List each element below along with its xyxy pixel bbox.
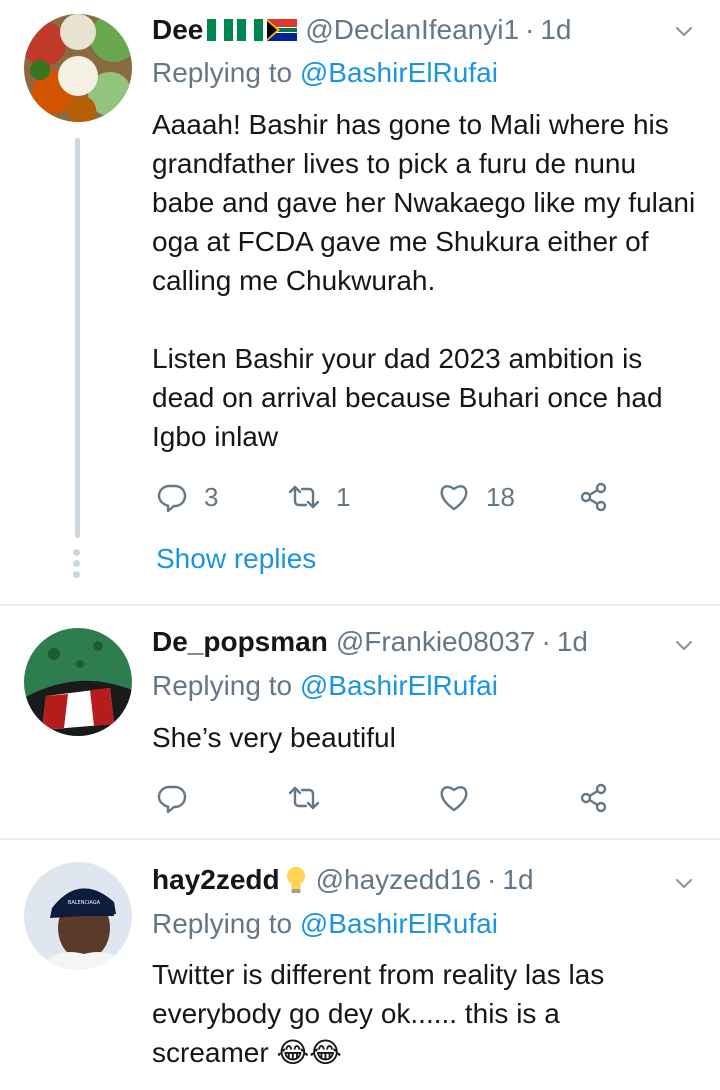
timestamp[interactable]: 1d <box>557 626 588 658</box>
mention-link[interactable]: @BashirElRufai <box>300 908 498 939</box>
user-handle[interactable]: @DeclanIfeanyi1 <box>305 14 519 46</box>
timestamp[interactable]: 1d <box>502 864 533 896</box>
nigeria-flag-icon <box>207 19 234 41</box>
tweet-frankie[interactable]: De_popsman @Frankie08037 · 1d Replying t… <box>0 606 720 838</box>
replying-to: Replying to @BashirElRufai <box>152 670 498 702</box>
separator: · <box>487 864 497 895</box>
replying-label: Replying to <box>152 908 293 939</box>
separator: · <box>541 626 551 657</box>
display-name[interactable]: hay2zedd <box>152 864 280 896</box>
like-count: 18 <box>486 481 515 512</box>
mention-link[interactable]: @BashirElRufai <box>300 670 498 701</box>
replying-to: Replying to @BashirElRufai <box>152 57 498 89</box>
caret-down-icon[interactable] <box>674 874 694 894</box>
reply-count: 3 <box>204 481 219 512</box>
tweet-hayzedd[interactable]: BALENCIAGA hay2zedd @hayzedd16 · 1d Repl… <box>0 840 720 1090</box>
avatar[interactable]: BALENCIAGA <box>24 862 132 970</box>
tweet-paragraph: Listen Bashir your dad 2023 ambition is … <box>152 343 663 452</box>
share-button[interactable] <box>578 477 610 517</box>
tweet-header: hay2zedd @hayzedd16 · 1d <box>152 862 534 898</box>
replying-label: Replying to <box>152 57 293 88</box>
flag-icons <box>205 19 298 41</box>
tweet-text: Twitter is different from reality las la… <box>152 955 672 1072</box>
retweet-icon <box>288 786 320 810</box>
reply-icon <box>157 785 187 814</box>
separator: · <box>525 14 535 45</box>
like-icon <box>440 485 468 511</box>
tweet-paragraph: Aaaah! Bashir has gone to Mali where his… <box>152 109 696 296</box>
avatar[interactable] <box>24 14 132 122</box>
avatar[interactable] <box>24 628 132 736</box>
display-name[interactable]: Dee <box>152 14 203 46</box>
thread-dots <box>72 549 82 582</box>
retweet-icon <box>288 485 320 509</box>
tweet-header: De_popsman @Frankie08037 · 1d <box>152 624 588 660</box>
replying-label: Replying to <box>152 670 293 701</box>
user-handle[interactable]: @hayzedd16 <box>316 864 481 896</box>
reply-button[interactable] <box>156 778 188 818</box>
mention-link[interactable]: @BashirElRufai <box>300 57 498 88</box>
tweet-actions <box>152 778 622 818</box>
show-replies-link[interactable]: Show replies <box>156 543 316 575</box>
share-button[interactable] <box>578 778 610 818</box>
svg-text:BALENCIAGA: BALENCIAGA <box>68 900 101 906</box>
like-button[interactable]: 18 <box>438 477 515 517</box>
share-icon <box>580 482 607 512</box>
south-africa-flag-icon <box>267 19 298 41</box>
timestamp[interactable]: 1d <box>540 14 571 46</box>
like-button[interactable] <box>438 778 470 818</box>
user-handle[interactable]: @Frankie08037 <box>336 626 536 658</box>
reply-button[interactable]: 3 <box>156 477 218 517</box>
nigeria-flag-icon <box>237 19 264 41</box>
retweet-button[interactable] <box>288 778 320 818</box>
tweet-text: Aaaah! Bashir has gone to Mali where his… <box>152 105 697 456</box>
caret-down-icon[interactable] <box>674 22 694 42</box>
tweet-paragraph: Twitter is different from reality las la… <box>152 959 605 1068</box>
like-icon <box>440 786 468 812</box>
caret-down-icon[interactable] <box>674 636 694 656</box>
tweet-declan[interactable]: Dee @DeclanIfeanyi1 · 1d Replying to @Ba… <box>0 0 720 604</box>
lightbulb-icon <box>286 867 305 893</box>
thread-line <box>75 138 80 538</box>
tweet-paragraph: She’s very beautiful <box>152 722 396 753</box>
tweet-actions: 3 1 18 <box>152 477 622 517</box>
tweet-header: Dee @DeclanIfeanyi1 · 1d <box>152 12 572 48</box>
reply-icon <box>157 484 187 513</box>
retweet-button[interactable]: 1 <box>288 477 350 517</box>
share-icon <box>580 783 607 813</box>
retweet-count: 1 <box>336 481 351 512</box>
replying-to: Replying to @BashirElRufai <box>152 908 498 940</box>
tweet-text: She’s very beautiful <box>152 718 697 757</box>
display-name[interactable]: De_popsman <box>152 626 328 658</box>
